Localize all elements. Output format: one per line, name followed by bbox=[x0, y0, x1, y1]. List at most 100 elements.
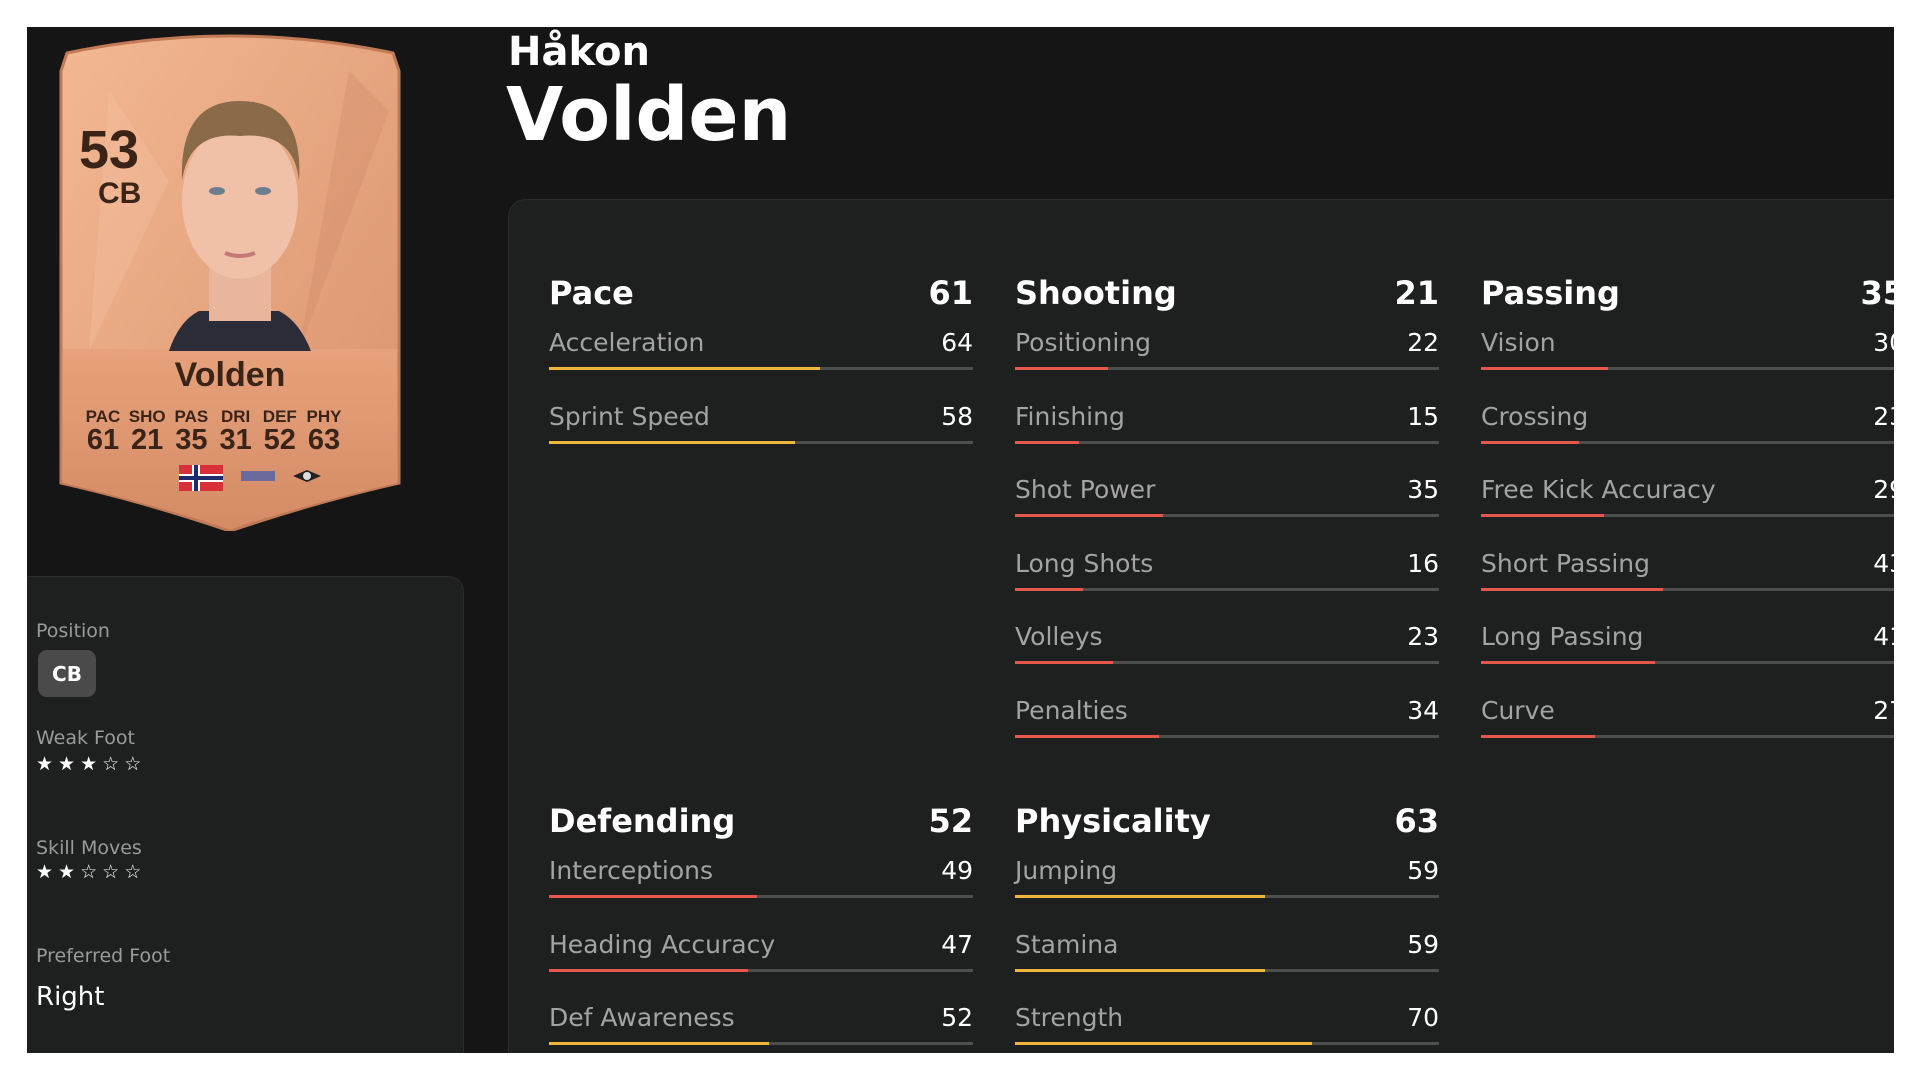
attribute-bar-fill bbox=[1481, 514, 1604, 517]
attribute-bar bbox=[549, 895, 973, 898]
weak-foot-stars: ★★★☆☆ bbox=[36, 753, 146, 775]
attribute-bar-fill bbox=[1015, 1042, 1312, 1045]
player-first-name: Håkon bbox=[508, 29, 650, 75]
attribute-bar-fill bbox=[1015, 661, 1113, 664]
attribute-bar bbox=[1015, 734, 1439, 738]
attribute-bar-fill bbox=[1015, 968, 1266, 972]
attribute-row: Stamina 59 bbox=[1015, 920, 1439, 994]
position-label: Position bbox=[36, 620, 110, 642]
attribute-value: 41 bbox=[1873, 622, 1894, 651]
attribute-name: Positioning bbox=[1015, 328, 1151, 357]
attribute-value: 34 bbox=[1407, 695, 1439, 725]
category-header: Defending 52 bbox=[549, 802, 973, 846]
attribute-bar-fill bbox=[1481, 440, 1579, 444]
attribute-value: 23 bbox=[1407, 622, 1439, 651]
card-stat-value: 31 bbox=[219, 424, 252, 456]
category-shooting: Shooting 21 Positioning 22 Finishing 15 Shot P… bbox=[1015, 274, 1439, 759]
attribute-bar-fill bbox=[1015, 734, 1160, 738]
attribute-bar-fill bbox=[1015, 587, 1083, 591]
skill-moves-label: Skill Moves bbox=[36, 837, 142, 859]
attribute-bar bbox=[1015, 661, 1439, 664]
attribute-bar bbox=[549, 968, 973, 972]
card-name: Volden bbox=[174, 356, 286, 394]
attribute-name: Curve bbox=[1481, 695, 1555, 725]
attribute-row: Curve 27 bbox=[1481, 686, 1894, 760]
card-stat-value: 61 bbox=[86, 424, 120, 456]
star-empty-icon: ☆ bbox=[124, 861, 147, 883]
star-filled-icon: ★ bbox=[80, 753, 103, 775]
attribute-row: Strength 70 bbox=[1015, 993, 1439, 1053]
attribute-name: Heading Accuracy bbox=[549, 929, 776, 959]
category-value: 21 bbox=[1394, 274, 1439, 312]
star-empty-icon: ☆ bbox=[102, 861, 125, 883]
attribute-row: Crossing 23 bbox=[1481, 392, 1894, 466]
card-rating: 53 bbox=[79, 120, 140, 180]
category-name: Defending bbox=[549, 802, 736, 840]
attribute-bar-fill bbox=[1481, 367, 1609, 370]
category-name: Shooting bbox=[1015, 274, 1177, 312]
attribute-value: 59 bbox=[1407, 856, 1439, 885]
attribute-name: Long Shots bbox=[1015, 548, 1154, 578]
attribute-bar-fill bbox=[1481, 587, 1664, 591]
category-value: 52 bbox=[928, 802, 973, 840]
attribute-bar bbox=[1015, 514, 1439, 517]
player-card: 53 CB Volden PAC 61 SHO 21 PAS 35 DRI 31 DEF 52 PH… bbox=[49, 31, 411, 533]
attribute-bar-fill bbox=[1015, 367, 1109, 370]
category-name: Passing bbox=[1481, 274, 1620, 312]
player-last-name: Volden bbox=[506, 72, 792, 158]
attribute-name: Interceptions bbox=[549, 856, 714, 885]
attribute-bar bbox=[1015, 895, 1439, 898]
star-empty-icon: ☆ bbox=[80, 861, 103, 883]
attribute-value: 27 bbox=[1873, 695, 1894, 725]
attribute-value: 52 bbox=[941, 1003, 973, 1032]
attribute-value: 49 bbox=[941, 856, 973, 885]
stats-panel: Pace 61 Acceleration 64 Sprint Speed 58 Shooti… bbox=[508, 199, 1894, 1053]
card-position: CB bbox=[98, 177, 142, 210]
category-pace: Pace 61 Acceleration 64 Sprint Speed 58 bbox=[549, 274, 973, 465]
attribute-name: Long Passing bbox=[1481, 622, 1644, 651]
attribute-bar-fill bbox=[549, 895, 757, 898]
attribute-row: Acceleration 64 bbox=[549, 318, 973, 392]
attribute-name: Jumping bbox=[1015, 856, 1118, 885]
attribute-row: Free Kick Accuracy 29 bbox=[1481, 465, 1894, 539]
category-header: Physicality 63 bbox=[1015, 802, 1439, 846]
attribute-bar-fill bbox=[1481, 661, 1655, 664]
attribute-bar-fill bbox=[549, 367, 821, 370]
category-header: Passing 35 bbox=[1481, 274, 1894, 318]
category-passing: Passing 35 Vision 30 Crossing 23 Free Kick Acc… bbox=[1481, 274, 1894, 759]
attribute-row: Jumping 59 bbox=[1015, 846, 1439, 920]
attribute-value: 15 bbox=[1407, 401, 1439, 431]
attribute-name: Sprint Speed bbox=[549, 401, 710, 431]
attribute-name: Acceleration bbox=[549, 328, 705, 357]
attribute-value: 30 bbox=[1873, 328, 1894, 357]
attribute-value: 29 bbox=[1873, 475, 1894, 504]
card-stat-value: 35 bbox=[175, 424, 208, 456]
attribute-bar bbox=[1015, 367, 1439, 370]
attribute-name: Stamina bbox=[1015, 929, 1119, 959]
attribute-value: 22 bbox=[1407, 328, 1439, 357]
attribute-bar-fill bbox=[549, 1042, 770, 1045]
attribute-value: 43 bbox=[1873, 548, 1894, 578]
category-value: 63 bbox=[1394, 802, 1439, 840]
attribute-row: Positioning 22 bbox=[1015, 318, 1439, 392]
category-name: Physicality bbox=[1015, 802, 1211, 840]
attribute-row: Interceptions 49 bbox=[549, 846, 973, 920]
attribute-value: 16 bbox=[1407, 548, 1439, 578]
category-defending: Defending 52 Interceptions 49 Heading Accura… bbox=[549, 802, 973, 1053]
card-stat-value: 21 bbox=[131, 424, 164, 456]
player-info-panel: Position CB Weak Foot ★★★☆☆ Skill Moves … bbox=[27, 576, 464, 1053]
attribute-row: Short Passing 43 bbox=[1481, 539, 1894, 613]
attribute-bar bbox=[1481, 587, 1894, 591]
attribute-row: Sprint Speed 58 bbox=[549, 392, 973, 466]
attribute-name: Shot Power bbox=[1015, 475, 1156, 504]
attribute-name: Penalties bbox=[1015, 695, 1128, 725]
attribute-row: Long Shots 16 bbox=[1015, 539, 1439, 613]
category-value: 35 bbox=[1860, 274, 1894, 312]
position-badge: CB bbox=[38, 650, 96, 697]
category-physicality: Physicality 63 Jumping 59 Stamina 59 Strength 7… bbox=[1015, 802, 1439, 1053]
category-value: 61 bbox=[928, 274, 973, 312]
category-name: Pace bbox=[549, 274, 634, 312]
attribute-row: Long Passing 41 bbox=[1481, 612, 1894, 686]
nation-flag-icon bbox=[179, 465, 223, 491]
category-header: Pace 61 bbox=[549, 274, 973, 318]
